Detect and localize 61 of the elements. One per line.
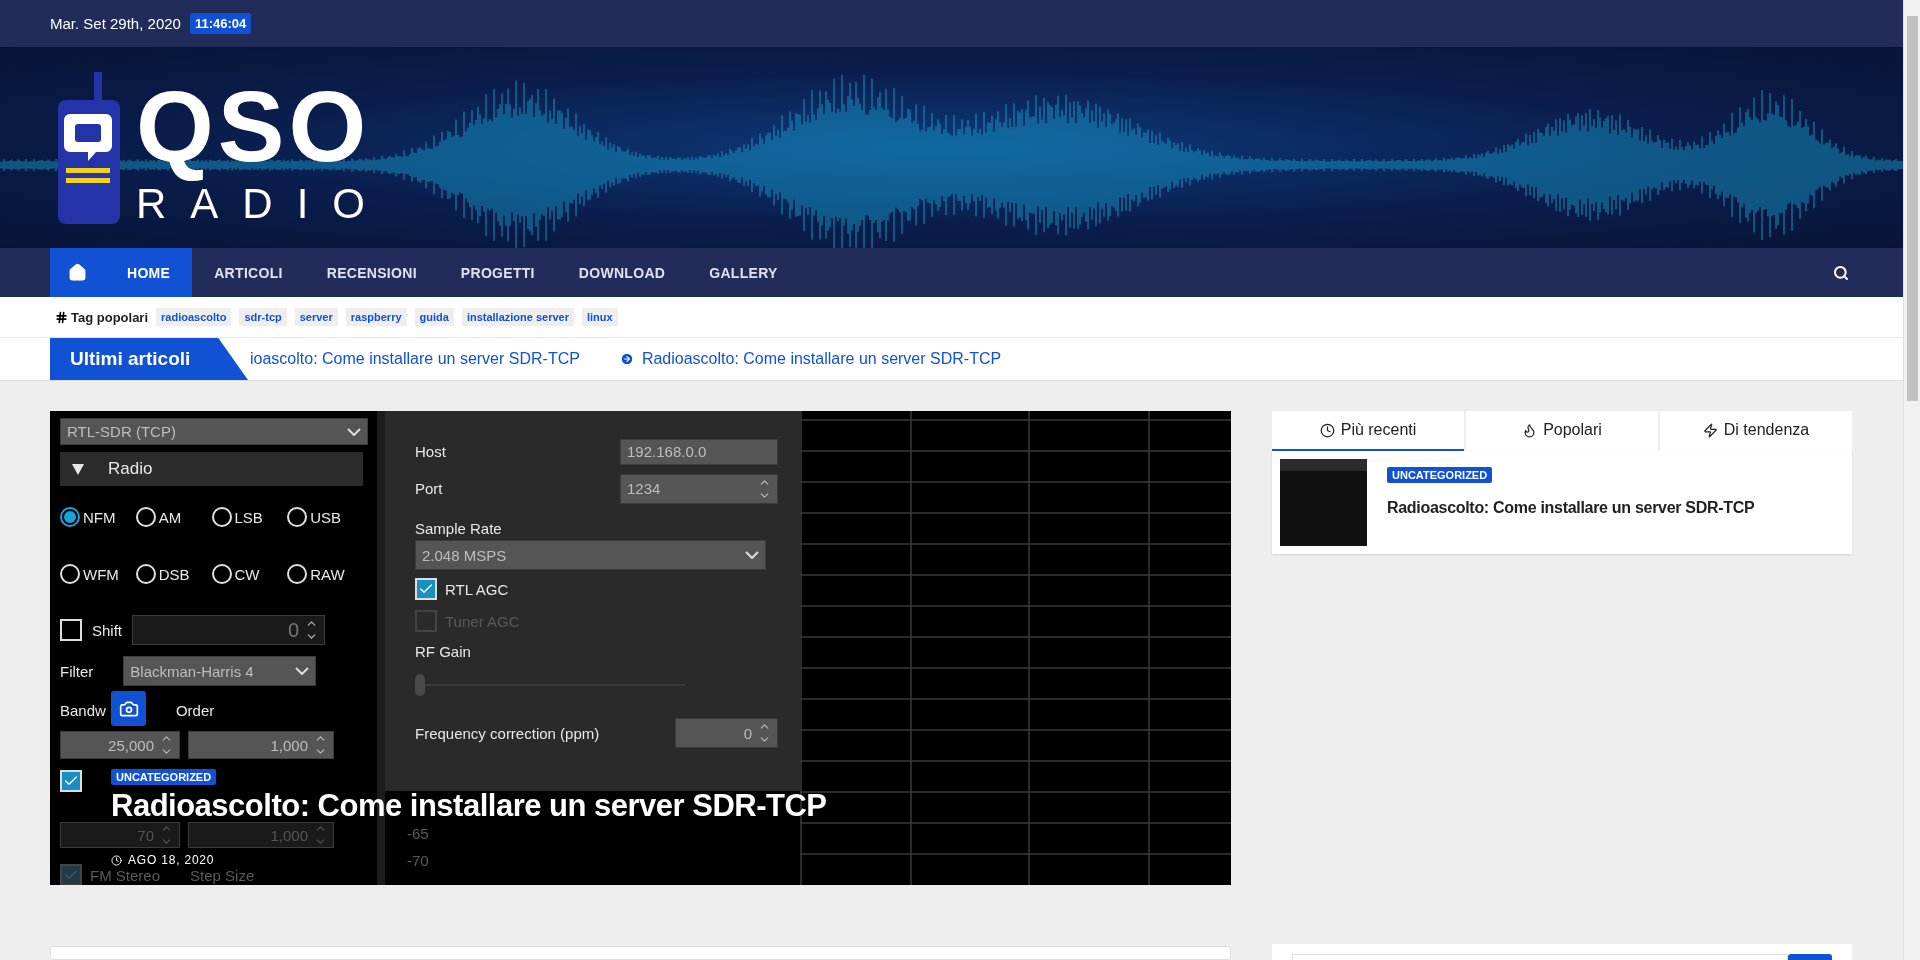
sidebar-tab[interactable]: Popolari	[1466, 411, 1658, 451]
nav-link[interactable]: HOME	[105, 248, 193, 297]
shift-field[interactable]: 0	[132, 615, 325, 645]
nav-link[interactable]: GALLERY	[687, 248, 800, 297]
tag-link[interactable]: radioascolto	[156, 308, 232, 326]
nav-link[interactable]: ARTICOLI	[192, 248, 305, 297]
post-date: AGO 18, 2020	[128, 854, 215, 867]
mode-radio[interactable]: DSB	[135, 555, 212, 593]
logo-text[interactable]: QSO	[136, 69, 389, 182]
field-label: Shift	[92, 621, 122, 639]
port-field[interactable]: 1234	[620, 473, 778, 504]
sidebar-tab[interactable]: Di tendenza	[1660, 411, 1852, 451]
mode-radio[interactable]: CW	[211, 555, 288, 593]
post-title[interactable]: Radioascolto: Come installare un server SDR-TCP	[1387, 499, 1755, 517]
mode-radio[interactable]: LSB	[211, 498, 288, 536]
sidebar-tab[interactable]: Più recenti	[1272, 411, 1464, 451]
axis-label: -70	[407, 852, 430, 869]
section-header[interactable]: Radio	[60, 452, 363, 486]
field-label: Host	[415, 443, 446, 460]
mode-radio[interactable]: NFM	[60, 498, 136, 536]
time-badge: 11:46:04	[189, 13, 252, 34]
tag-link[interactable]: raspberry	[345, 308, 407, 326]
tag-link[interactable]: server	[294, 308, 338, 326]
field-label: Order	[175, 701, 215, 719]
mode-radio[interactable]: AM	[135, 498, 212, 536]
field-label: RF Gain	[415, 642, 471, 660]
field-label: Sample Rate	[415, 520, 502, 537]
date-text: Mar. Set 29th, 2020	[50, 15, 181, 32]
order-field[interactable]: 1,000	[188, 731, 334, 759]
checkbox-label: RTL AGC	[445, 580, 509, 598]
ticker-link[interactable]: Radioascolto: Come installare un server SDR-TCP	[619, 350, 1002, 368]
tags-heading: Tag popolari	[71, 309, 149, 325]
category-badge[interactable]: UNCATEGORIZED	[1387, 467, 1493, 483]
ticker-link[interactable]: ioascolto: Come installare un server SDR-TCP	[250, 350, 580, 368]
checkbox-label: FM Stereo	[90, 866, 161, 884]
field-label: Port	[415, 480, 443, 497]
field-label: Step Size	[190, 866, 255, 884]
host-field[interactable]: 192.168.0.0	[620, 438, 778, 465]
tag-link[interactable]: linux	[582, 308, 618, 326]
axis-label: -65	[407, 825, 430, 842]
mode-radio[interactable]: RAW	[287, 555, 363, 593]
frequency-correction-field[interactable]: 0	[675, 718, 778, 748]
category-badge[interactable]: UNCATEGORIZED	[111, 769, 217, 785]
tag-link[interactable]: installazione server	[461, 308, 574, 326]
device-select[interactable]: RTL-SDR (TCP)	[60, 418, 368, 445]
logo-subtitle: RADIO	[136, 181, 389, 226]
tag-link[interactable]: guida	[414, 308, 454, 326]
mode-radio[interactable]: WFM	[60, 555, 136, 593]
field-label: Bandw	[60, 701, 106, 719]
nav-link[interactable]: PROGETTI	[438, 248, 557, 297]
nav-link[interactable]: DOWNLOAD	[556, 248, 688, 297]
field-label: Frequency correction (ppm)	[415, 724, 600, 742]
filter-select[interactable]: Blackman-Harris 4	[123, 656, 317, 686]
field-label: Filter	[60, 662, 94, 680]
sample-rate-select[interactable]: 2.048 MSPS	[415, 540, 766, 570]
ticker-label: Ultimi articoli	[50, 338, 248, 380]
tag-link[interactable]: sdr-tcp	[239, 308, 287, 326]
featured-title[interactable]: Radioascolto: Come installare un server SDR-TCP	[111, 788, 827, 824]
mode-radio[interactable]: USB	[287, 498, 363, 536]
bandwidth-field[interactable]: 25,000	[60, 731, 180, 759]
nav-link[interactable]: RECENSIONI	[304, 248, 439, 297]
